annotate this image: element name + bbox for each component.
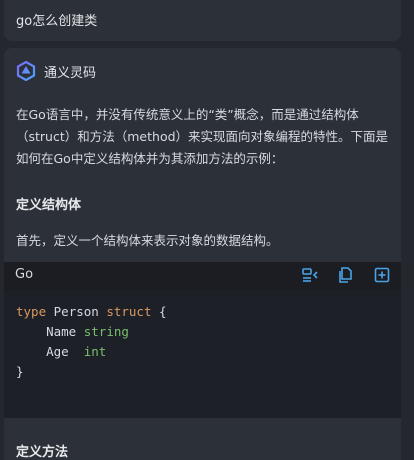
code-language-label: Go: [15, 267, 34, 282]
user-message-bubble: go怎么创建类: [4, 0, 401, 41]
code-punctuation: {: [159, 304, 167, 319]
code-type: int: [83, 344, 107, 359]
new-file-icon[interactable]: [373, 266, 391, 284]
code-identifier: Person: [53, 304, 99, 319]
section-paragraph-define-struct: 首先，定义一个结构体来表示对象的数据结构。: [16, 233, 279, 248]
assistant-answer-card: 通义灵码 在Go语言中，并没有传统意义上的“类”概念，而是通过结构体（struc…: [4, 48, 401, 460]
user-message-text: go怎么创建类: [16, 14, 98, 29]
code-body[interactable]: type Person struct { Name string Age int…: [16, 302, 167, 382]
copy-icon[interactable]: [337, 266, 355, 284]
code-block-header: Go: [4, 262, 401, 290]
code-block: Go type Person struct {Name string Age …: [4, 262, 401, 418]
code-actions: [301, 266, 391, 284]
tongyi-lingma-logo-icon: [16, 60, 36, 82]
assistant-header: 通义灵码: [16, 60, 96, 82]
section-heading-define-method: 定义方法: [16, 445, 69, 460]
code-keyword: type: [16, 304, 47, 319]
code-type: string: [83, 324, 129, 339]
code-field-name: Name: [46, 324, 77, 339]
insert-at-cursor-icon[interactable]: [301, 266, 319, 284]
chat-panel: go怎么创建类 通义灵码 在Go语言中，并没有传统意义上的“类”概念，而是通过结…: [0, 0, 414, 460]
assistant-name: 通义灵码: [44, 65, 97, 81]
code-keyword: struct: [106, 304, 152, 319]
code-field-name: Age: [46, 344, 69, 359]
answer-intro-paragraph: 在Go语言中，并没有传统意义上的“类”概念，而是通过结构体（struct）和方法…: [16, 107, 389, 166]
section-heading-define-struct: 定义结构体: [16, 198, 82, 213]
code-punctuation: }: [16, 364, 24, 379]
